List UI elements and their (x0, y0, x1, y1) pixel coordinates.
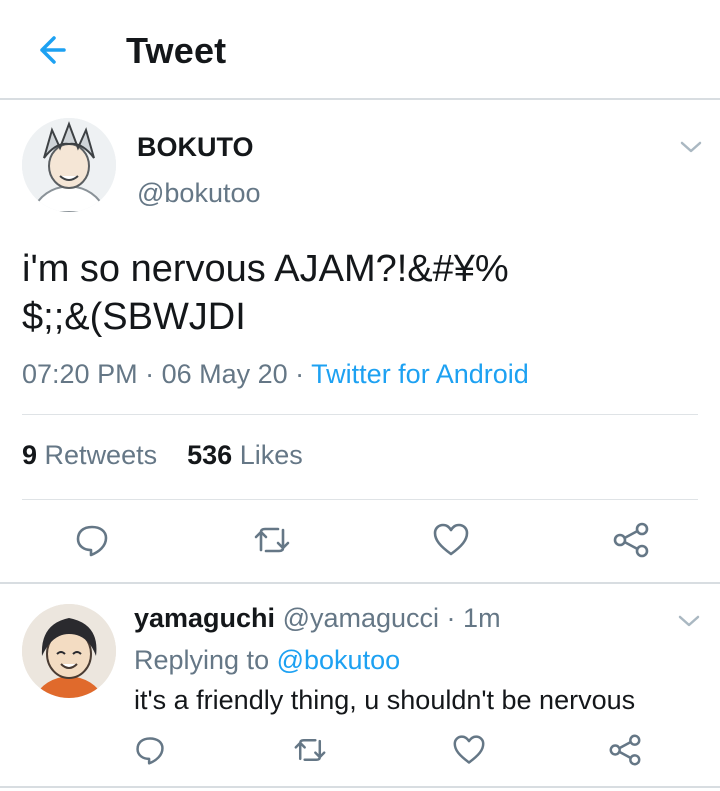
retweet-icon[interactable] (252, 522, 292, 558)
arrow-left-icon[interactable] (30, 30, 70, 70)
author-name[interactable]: BOKUTO (137, 132, 254, 163)
author-avatar[interactable] (22, 118, 116, 212)
chevron-down-icon[interactable] (678, 138, 704, 156)
tweet-date: 06 May 20 (161, 359, 288, 389)
likes-stat[interactable]: 536 Likes (187, 440, 303, 470)
divider (22, 499, 698, 500)
page-title: Tweet (126, 30, 227, 71)
reply-avatar[interactable] (22, 604, 116, 698)
author-handle[interactable]: @bokutoo (137, 178, 261, 209)
divider (0, 786, 720, 788)
meta-separator: · (287, 359, 312, 389)
avatar-image (22, 604, 116, 698)
reply-author-name[interactable]: yamaguchi (134, 603, 275, 633)
replying-to-mention[interactable]: @bokutoo (277, 645, 401, 675)
tweet-text-line-2: $;;&(SBWJDI (22, 296, 246, 338)
reply-time: 1m (463, 603, 501, 633)
reply-text: it's a friendly thing, u shouldn't be ne… (134, 685, 636, 715)
share-icon[interactable] (608, 734, 642, 766)
replying-to: Replying to @bokutoo (134, 645, 400, 676)
tweet-stats: 9 Retweets 536 Likes (22, 440, 303, 471)
likes-label: Likes (239, 440, 303, 470)
divider (22, 414, 698, 415)
tweet-meta: 07:20 PM · 06 May 20 · Twitter for Andro… (22, 359, 529, 390)
retweet-icon[interactable] (292, 734, 328, 766)
retweets-count: 9 (22, 440, 38, 470)
retweets-label: Retweets (44, 440, 158, 470)
retweets-stat[interactable]: 9 Retweets (22, 440, 157, 470)
comment-icon[interactable] (134, 734, 166, 766)
tweet-time: 07:20 PM (22, 359, 138, 389)
section-divider (0, 582, 720, 584)
heart-icon[interactable] (432, 522, 470, 558)
share-icon[interactable] (612, 522, 650, 558)
likes-count: 536 (187, 440, 233, 470)
reply-header: yamaguchi @yamagucci · 1m (134, 603, 501, 634)
reply-separator: · (439, 603, 464, 633)
tweet-text: i'm so nervous AJAM?!&#¥% $;;&(SBWJDI (22, 245, 682, 341)
top-app-bar: Tweet (0, 0, 720, 100)
tweet-text-line-1: i'm so nervous AJAM?!&#¥% (22, 248, 509, 290)
replying-to-label: Replying to (134, 645, 270, 675)
chevron-down-icon[interactable] (676, 612, 702, 630)
meta-separator: · (137, 359, 162, 389)
comment-icon[interactable] (74, 522, 110, 558)
avatar-image (22, 118, 116, 212)
reply-author-handle[interactable]: @yamagucci (283, 603, 439, 633)
tweet-source-link[interactable]: Twitter for Android (311, 359, 529, 389)
heart-icon[interactable] (452, 734, 486, 766)
